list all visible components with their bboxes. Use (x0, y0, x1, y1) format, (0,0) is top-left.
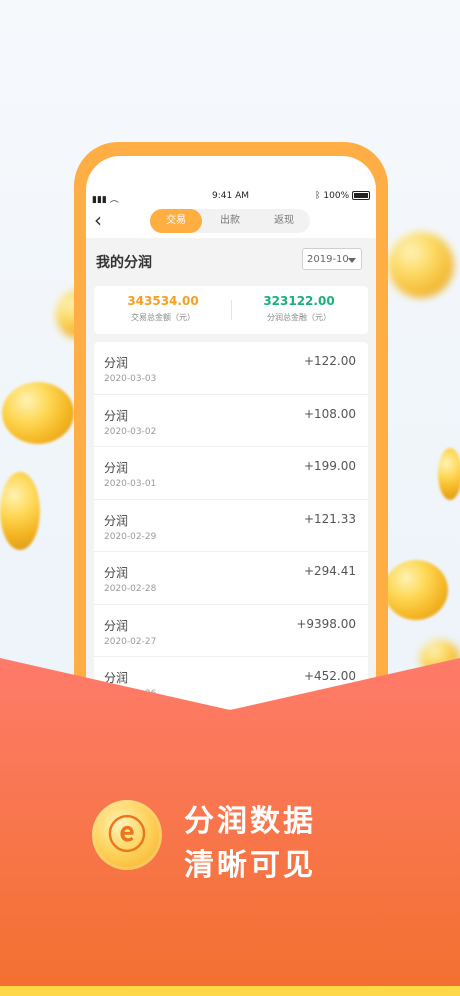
tab-bar: 交易 出款 返现 (150, 209, 310, 233)
page-title: 我的分润 (96, 255, 152, 271)
list-item[interactable]: 分润 2020-02-28 +294.41 (94, 552, 368, 605)
record-amount: +294.41 (303, 564, 356, 578)
summary-card: 343534.00 交易总金额（元） 323122.00 分润总金融（元） (94, 286, 368, 334)
status-right: ᛒ 100% (315, 191, 370, 201)
phone-screen: ▮▮▮ ︵ 9:41 AM ᛒ 100% ‹ 交易 出款 返现 我的分润 201… (86, 156, 376, 736)
gold-coin-decoration (0, 472, 40, 550)
battery-icon (352, 191, 370, 200)
bottom-accent-bar (0, 986, 460, 996)
record-name: 分润 (104, 566, 129, 580)
list-item[interactable]: 分润 2020-02-29 +121.33 (94, 500, 368, 552)
list-item[interactable]: 分润 2020-03-03 +122.00 (94, 342, 368, 395)
summary-divider (231, 300, 232, 320)
promo-line-1: 分润数据 (184, 804, 316, 839)
record-name: 分润 (104, 513, 129, 528)
gold-coin-decoration (384, 560, 448, 620)
profit-list: 分润 2020-03-03 +122.00 分润 2020-03-02 +108… (94, 342, 368, 710)
battery-percent: 100% (323, 191, 350, 201)
promo-line-2: 清晰可见 (184, 848, 316, 883)
record-amount: +199.00 (303, 459, 356, 473)
status-bar: ▮▮▮ ︵ 9:41 AM ᛒ 100% (86, 190, 376, 205)
gold-coin-decoration (388, 232, 454, 298)
trade-total-value: 343534.00 (127, 294, 199, 308)
record-date: 2020-03-01 (104, 479, 157, 489)
record-name: 分润 (104, 461, 129, 475)
signal-wifi-icon: ▮▮▮ ︵ (92, 195, 119, 205)
month-select-value: 2019-10 (307, 254, 349, 265)
brand-logo-icon: ⓔ (92, 800, 162, 870)
record-date: 2020-03-02 (104, 426, 157, 437)
record-name: 分润 (104, 408, 129, 423)
caret-down-icon (348, 258, 356, 263)
tab-trade[interactable]: 交易 (150, 209, 202, 233)
trade-total: 343534.00 交易总金额（元） (98, 294, 228, 323)
record-date: 2020-02-29 (104, 531, 157, 542)
list-item[interactable]: 分润 2020-03-02 +108.00 (94, 395, 368, 447)
month-select[interactable]: 2019-10 (302, 248, 362, 270)
list-item[interactable]: 分润 2020-03-01 +199.00 (94, 447, 368, 500)
trade-total-label: 交易总金额（元） (131, 313, 195, 322)
profit-total: 323122.00 分润总金融（元） (234, 294, 364, 323)
profit-total-label: 分润总金融（元） (267, 313, 331, 322)
list-item[interactable]: 分润 2020-02-27 +9398.00 (94, 605, 368, 657)
logo-glyph: ⓔ (108, 813, 147, 857)
promo-slogan: 分润数据 清晰可见 (184, 800, 316, 888)
gold-coin-decoration (438, 448, 460, 500)
bluetooth-icon: ᛒ (315, 191, 321, 201)
tab-cashback[interactable]: 返现 (258, 209, 310, 233)
status-time: 9:41 AM (212, 191, 249, 201)
record-amount: +122.00 (303, 354, 356, 368)
record-date: 2020-02-28 (104, 584, 157, 594)
gold-coin-decoration (2, 382, 74, 444)
back-arrow-icon[interactable]: ‹ (94, 208, 102, 232)
record-name: 分润 (104, 618, 129, 633)
profit-total-value: 323122.00 (263, 294, 335, 308)
record-name: 分润 (104, 356, 129, 370)
record-date: 2020-03-03 (104, 374, 157, 384)
record-amount: +108.00 (303, 406, 356, 421)
record-amount: +9398.00 (296, 616, 356, 631)
record-amount: +121.33 (303, 511, 356, 526)
record-date: 2020-02-27 (104, 636, 157, 647)
tab-payout[interactable]: 出款 (204, 209, 256, 233)
